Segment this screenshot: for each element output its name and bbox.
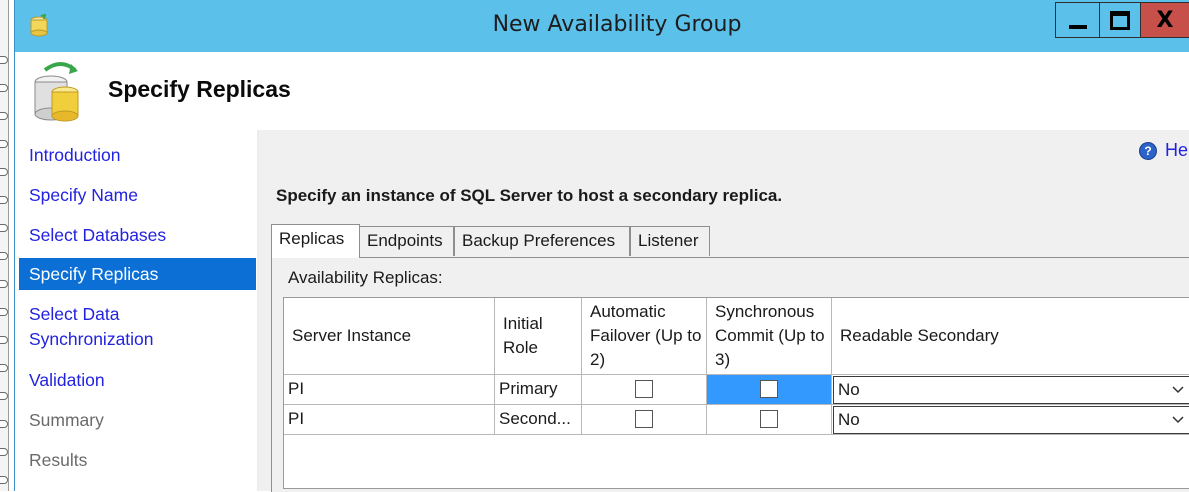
replicas-table: Server Instance Initial Role Automatic F… [283, 297, 1189, 489]
cell-server-instance[interactable]: PI [284, 405, 495, 435]
main-content: ? Help Specify an instance of SQL Server… [259, 130, 1189, 492]
replicas-tab-panel: Availability Replicas: Server Instance I… [271, 257, 1189, 492]
sidebar-item-results: Results [29, 450, 88, 470]
cell-initial-role[interactable]: Second... [495, 405, 582, 435]
readable-secondary-value: No [838, 410, 860, 429]
synchronous-commit-checkbox[interactable] [760, 410, 778, 428]
availability-replicas-label: Availability Replicas: [288, 268, 443, 287]
title-bar[interactable]: New Availability Group X [15, 0, 1189, 52]
help-link[interactable]: ? Help [1139, 140, 1189, 161]
wizard-sidebar: Introduction Specify Name Select Databas… [15, 130, 258, 491]
close-icon: X [1156, 7, 1174, 33]
cell-server-instance[interactable]: PI [284, 375, 495, 405]
readable-secondary-dropdown[interactable]: No [833, 406, 1189, 434]
sidebar-item-validation[interactable]: Validation [19, 365, 256, 395]
sidebar-item-select-databases[interactable]: Select Databases [19, 220, 256, 250]
background-window-edge [0, 0, 9, 491]
cell-readable-secondary: No [832, 405, 1189, 435]
column-header-readable-secondary[interactable]: Readable Secondary [832, 298, 1189, 375]
minimize-icon [1068, 25, 1087, 29]
window-title: New Availability Group [492, 12, 742, 37]
cell-initial-role[interactable]: Primary [495, 375, 582, 405]
page-title: Specify Replicas [108, 76, 291, 102]
cell-readable-secondary: No [832, 375, 1189, 405]
column-header-automatic-failover[interactable]: Automatic Failover (Up to 2) [582, 298, 707, 375]
tab-endpoints[interactable]: Endpoints [359, 226, 454, 256]
maximize-icon [1110, 10, 1130, 30]
instruction-text: Specify an instance of SQL Server to hos… [276, 186, 783, 205]
help-icon: ? [1139, 141, 1157, 160]
chevron-down-icon [1167, 407, 1189, 433]
column-header-initial-role[interactable]: Initial Role [495, 298, 582, 375]
close-button[interactable]: X [1141, 2, 1189, 38]
tab-replicas[interactable]: Replicas [271, 224, 360, 258]
readable-secondary-dropdown[interactable]: No [833, 376, 1189, 404]
cell-synchronous-commit [707, 375, 832, 405]
cell-synchronous-commit [707, 405, 832, 435]
automatic-failover-checkbox[interactable] [635, 410, 653, 428]
tab-listener[interactable]: Listener [630, 226, 710, 256]
synchronous-commit-checkbox[interactable] [760, 380, 778, 398]
cell-automatic-failover [582, 405, 707, 435]
tab-backup-preferences[interactable]: Backup Preferences [454, 226, 630, 256]
cell-automatic-failover [582, 375, 707, 405]
sidebar-item-select-data-synchronization[interactable]: Select Data Synchronization [19, 300, 219, 352]
maximize-button[interactable] [1099, 2, 1141, 38]
sidebar-item-specify-name[interactable]: Specify Name [19, 180, 256, 210]
sidebar-item-summary: Summary [29, 410, 104, 430]
wizard-window: New Availability Group X Specify Replica… [14, 0, 1189, 492]
sidebar-item-introduction[interactable]: Introduction [19, 140, 256, 170]
sidebar-item-specify-replicas[interactable]: Specify Replicas [19, 258, 256, 290]
readable-secondary-value: No [838, 380, 860, 399]
column-header-server-instance[interactable]: Server Instance [284, 298, 495, 375]
help-label: Help [1165, 140, 1189, 160]
page-header: Specify Replicas [15, 52, 1189, 130]
automatic-failover-checkbox[interactable] [635, 380, 653, 398]
availability-group-icon [34, 62, 79, 122]
chevron-down-icon [1167, 377, 1189, 403]
column-header-synchronous-commit[interactable]: Synchronous Commit (Up to 3) [707, 298, 832, 375]
minimize-button[interactable] [1055, 2, 1099, 38]
